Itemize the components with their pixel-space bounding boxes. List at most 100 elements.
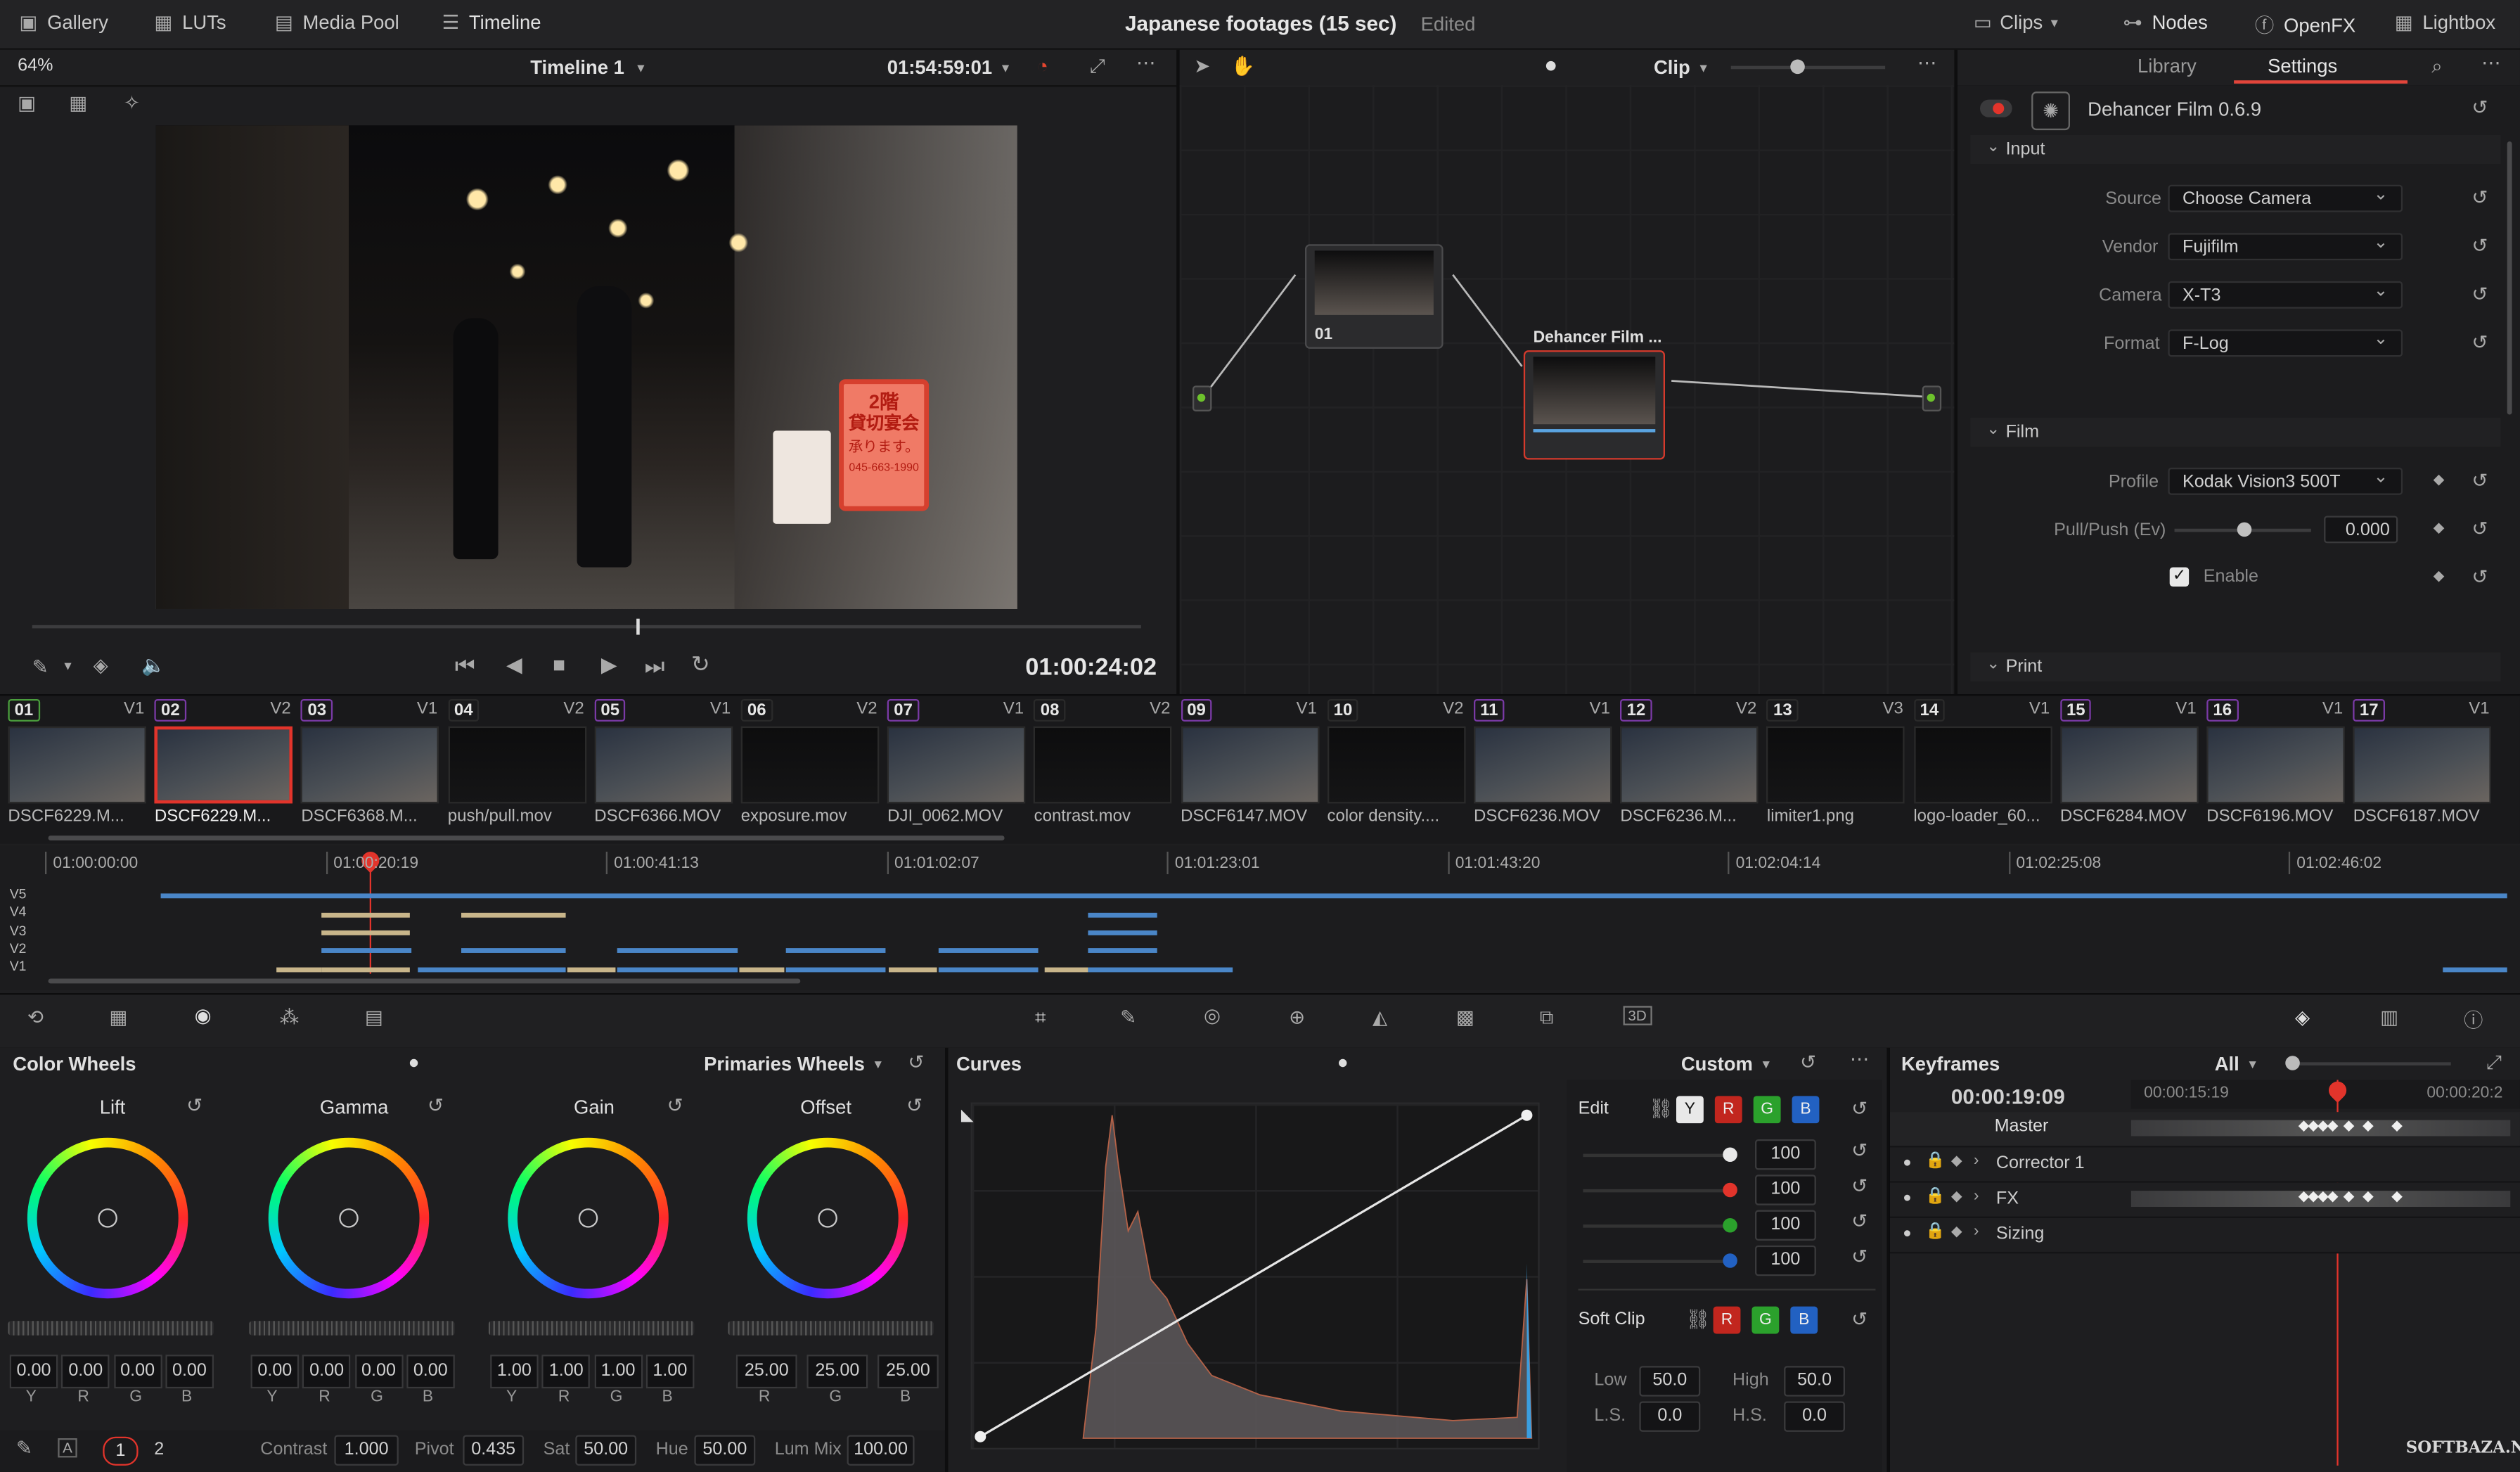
tracker-icon[interactable]: ⊕ [1289, 1006, 1305, 1028]
camera-dropdown[interactable]: X-T3 [2168, 278, 2403, 309]
stop-icon[interactable]: ■ [553, 653, 565, 677]
blur-icon[interactable]: ◭ [1372, 1006, 1387, 1028]
clip-thumbnail[interactable] [1766, 726, 1905, 804]
reset-icon[interactable]: ↺ [2471, 283, 2488, 305]
wheel-value-input[interactable]: 1.00 [593, 1355, 643, 1389]
timeline-clip-bar[interactable] [321, 967, 410, 973]
reset-icon[interactable]: ↺ [2471, 186, 2488, 209]
wheel-value-input[interactable]: 0.00 [165, 1355, 214, 1389]
keyframe-row[interactable] [1889, 1217, 2520, 1254]
timeline-clip-bar[interactable] [1088, 967, 1233, 973]
curve-intensity-handle[interactable] [1723, 1253, 1737, 1268]
timeline-clip-bar[interactable] [938, 967, 1039, 973]
keyframe-row[interactable] [1889, 1147, 2520, 1183]
lock-icon[interactable]: 🔒 [1925, 1223, 1945, 1241]
clip-thumbnail[interactable] [2059, 726, 2199, 804]
reset-icon[interactable]: ↺ [906, 1094, 922, 1117]
curve-intensity-input[interactable]: 100 [1754, 1139, 1816, 1170]
clip-thumbnail[interactable] [1327, 726, 1466, 804]
enable-dot-icon[interactable]: ● [1903, 1154, 1911, 1170]
auto-icon[interactable]: A [58, 1438, 77, 1458]
wheel-value-input[interactable]: 0.00 [354, 1355, 403, 1389]
page-1-button[interactable]: 1 [103, 1436, 139, 1466]
timeline-selector[interactable]: Timeline 1 ▾ [530, 56, 644, 79]
wheel-value-input[interactable]: 0.00 [302, 1355, 351, 1389]
hue-input[interactable]: 50.00 [694, 1435, 756, 1466]
softclip-b-button[interactable]: B [1790, 1306, 1818, 1334]
search-icon[interactable]: ⌕ [2431, 55, 2442, 79]
clip-thumbnail[interactable] [740, 726, 880, 804]
chevron-down-icon[interactable]: ▾ [64, 658, 71, 675]
scopes-icon[interactable]: ▥ [2380, 1006, 2398, 1028]
volume-icon[interactable]: 🔈 [141, 654, 165, 677]
keyframe-marker-icon[interactable]: ◆ [2391, 1188, 2403, 1205]
node-input[interactable] [1192, 385, 1212, 411]
high-input[interactable]: 50.0 [1784, 1366, 1845, 1397]
wheels-mode-dropdown[interactable]: Primaries Wheels ▾ [704, 1053, 882, 1075]
softclip-g-button[interactable]: G [1751, 1306, 1780, 1334]
reset-icon[interactable]: ↺ [2471, 518, 2488, 540]
clip-strip-scrollbar[interactable] [48, 836, 1005, 841]
curve-handle-icon[interactable]: ◣ [961, 1107, 974, 1125]
master-wheel-slider[interactable] [249, 1321, 455, 1336]
curves-mode-dropdown[interactable]: Custom ▾ [1681, 1053, 1770, 1075]
timeline-clip-bar[interactable] [2443, 967, 2507, 973]
print-section-header[interactable] [1970, 652, 2501, 681]
curve-intensity-input[interactable]: 100 [1754, 1210, 1816, 1241]
play-icon[interactable]: ▶ [601, 653, 617, 679]
gallery-button[interactable]: ▣ Gallery [19, 11, 108, 34]
wheel-center-handle[interactable] [578, 1208, 598, 1228]
wheel-value-input[interactable]: 0.00 [61, 1355, 110, 1389]
timeline-clip-bar[interactable] [321, 930, 410, 935]
timeline-clip-bar[interactable] [461, 967, 566, 973]
tab-library[interactable]: Library [2138, 55, 2197, 77]
curve-intensity-handle[interactable] [1723, 1147, 1737, 1163]
clip-thumbnail[interactable] [2206, 726, 2345, 804]
clips-button[interactable]: ▭ Clips ▾ [1974, 11, 2058, 34]
curve-channel-button[interactable]: R [1714, 1096, 1742, 1124]
wheel-value-input[interactable]: 1.00 [645, 1355, 695, 1389]
keyframe-marker-icon[interactable]: ◆ [2327, 1188, 2339, 1205]
chevron-right-icon[interactable]: › [1974, 1188, 1979, 1205]
keyframes-filter-dropdown[interactable]: All ▾ [2215, 1053, 2256, 1075]
wheel-value-input[interactable]: 0.00 [9, 1355, 58, 1389]
wheel-center-handle[interactable] [818, 1208, 837, 1228]
format-dropdown[interactable]: F-Log [2168, 326, 2403, 357]
timeline-clip-bar[interactable] [276, 967, 322, 973]
vendor-dropdown[interactable]: Fujifilm [2168, 230, 2403, 261]
clip-thumbnail[interactable] [1181, 726, 1319, 804]
enable-dot-icon[interactable]: ● [1903, 1189, 1911, 1205]
wheel-value-input[interactable]: 1.00 [541, 1355, 591, 1389]
tab-settings[interactable]: Settings [2268, 55, 2337, 77]
color-wheel[interactable] [268, 1137, 430, 1299]
keyframe-marker-icon[interactable]: ◆ [2327, 1117, 2339, 1134]
fullscreen-icon[interactable]: ⤢ [1090, 55, 1105, 79]
curve-intensity-slider[interactable] [1583, 1260, 1731, 1263]
pullpush-input[interactable]: 0.000 [2324, 516, 2398, 544]
pivot-input[interactable]: 0.435 [463, 1435, 525, 1466]
eyedropper-icon[interactable]: ✎ [32, 655, 49, 678]
link-icon[interactable]: ⛓ [1649, 1098, 1673, 1120]
curve-channel-button[interactable]: Y [1676, 1096, 1704, 1124]
info-icon[interactable]: ⓘ [2464, 1006, 2483, 1033]
keyframe-icon[interactable]: ◆ [2434, 568, 2445, 585]
wheel-value-input[interactable]: 25.00 [735, 1355, 797, 1389]
node-zoom-handle[interactable] [1790, 59, 1805, 75]
clip-thumbnail[interactable] [301, 726, 439, 804]
more-options-icon[interactable]: ⋯ [1136, 51, 1155, 74]
reset-icon[interactable]: ↺ [2471, 96, 2488, 119]
go-to-start-icon[interactable]: ⏮ [455, 653, 475, 680]
keyframe-marker-icon[interactable]: ◆ [2391, 1117, 2403, 1134]
curve-intensity-input[interactable]: 100 [1754, 1245, 1816, 1276]
timeline-clip-bar[interactable] [1088, 930, 1157, 935]
clip-thumbnail[interactable] [2353, 726, 2492, 804]
source-timecode[interactable]: 01:54:59:01 ▾ [887, 56, 1010, 79]
viewer-scrubber[interactable] [32, 625, 1141, 629]
motion-effects-icon[interactable]: ▤ [365, 1006, 383, 1028]
pointer-tool-icon[interactable]: ➤ [1194, 55, 1210, 77]
settings-scrollbar[interactable] [2507, 141, 2512, 415]
rgb-mixer-icon[interactable]: ⁂ [280, 1006, 299, 1028]
timeline-clip-bar[interactable] [785, 967, 886, 973]
timeline-clip-bar[interactable] [461, 948, 566, 953]
master-wheel-slider[interactable] [728, 1321, 934, 1336]
